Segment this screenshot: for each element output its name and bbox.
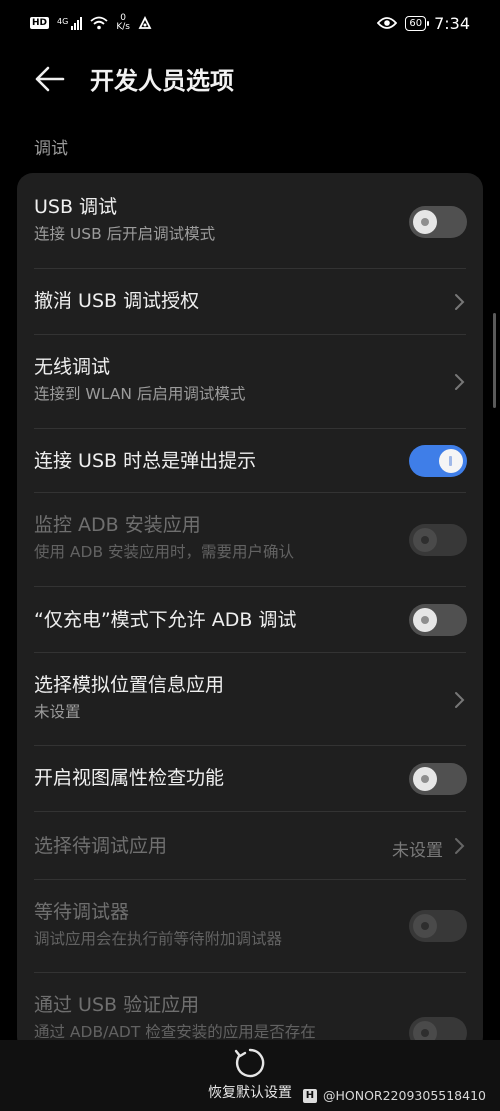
charge-only-adb-toggle[interactable]	[409, 604, 467, 636]
watermark-logo-icon: H	[302, 1088, 317, 1103]
setting-wait-for-debugger[interactable]: 等待调试器 调试应用会在执行前等待附加调试器	[17, 880, 483, 973]
setting-title: 通过 USB 验证应用	[34, 994, 200, 1016]
always-prompt-usb-toggle[interactable]	[409, 445, 467, 477]
header: 开发人员选项	[0, 46, 500, 112]
settings-card: USB 调试 连接 USB 后开启调试模式 撤消 USB 调试授权 无线调试 连…	[17, 173, 483, 1053]
watermark-text: @HONOR2209305518410	[322, 1088, 486, 1103]
wifi-icon	[90, 16, 108, 30]
chevron-right-icon	[455, 692, 465, 708]
setting-title: USB 调试	[34, 196, 118, 218]
toggle-knob	[413, 608, 437, 632]
setting-subtitle: 连接 USB 后开启调试模式	[34, 225, 216, 243]
monitor-adb-toggle[interactable]	[409, 524, 467, 556]
setting-title: 选择模拟位置信息应用	[34, 674, 225, 696]
status-right: 60 7:34	[377, 14, 470, 33]
setting-view-attribute-inspection[interactable]: 开启视图属性检查功能	[17, 746, 483, 812]
setting-monitor-adb-install[interactable]: 监控 ADB 安装应用 使用 ADB 安装应用时，需要用户确认	[17, 493, 483, 587]
setting-title: 监控 ADB 安装应用	[34, 514, 201, 536]
setting-mock-location-app[interactable]: 选择模拟位置信息应用 未设置	[17, 653, 483, 746]
signal-icon: 4G	[57, 16, 83, 30]
toggle-knob	[413, 528, 437, 552]
signal-type: 4G	[57, 16, 69, 26]
eye-icon	[377, 17, 398, 29]
back-arrow-icon[interactable]	[34, 64, 66, 94]
toggle-knob	[413, 914, 437, 938]
bottom-bar: 恢复默认设置 H @HONOR2209305518410	[0, 1040, 500, 1111]
setting-subtitle: 使用 ADB 安装应用时，需要用户确认	[34, 543, 295, 561]
toggle-knob	[413, 767, 437, 791]
setting-usb-debugging[interactable]: USB 调试 连接 USB 后开启调试模式	[17, 173, 483, 269]
setting-subtitle: 调试应用会在执行前等待附加调试器	[34, 930, 283, 948]
chevron-right-icon	[455, 838, 465, 854]
scrollbar[interactable]	[493, 313, 496, 408]
usb-debugging-toggle[interactable]	[409, 206, 467, 238]
chevron-right-icon	[455, 374, 465, 390]
chevron-right-icon	[455, 294, 465, 310]
page-title: 开发人员选项	[90, 67, 234, 95]
toggle-knob	[413, 210, 437, 234]
toggle-knob	[439, 449, 463, 473]
setting-title: “仅充电”模式下允许 ADB 调试	[34, 609, 297, 631]
app-notification-icon	[138, 16, 152, 29]
setting-title: 无线调试	[34, 356, 111, 378]
clock: 7:34	[434, 13, 470, 33]
setting-subtitle: 连接到 WLAN 后启用调试模式	[34, 385, 246, 403]
setting-value: 未设置	[392, 841, 443, 861]
hd-badge: HD	[30, 17, 50, 29]
watermark: H @HONOR2209305518410	[302, 1088, 486, 1103]
setting-subtitle: 未设置	[34, 703, 81, 721]
setting-charge-only-adb[interactable]: “仅充电”模式下允许 ADB 调试	[17, 587, 483, 653]
speed-unit: K/s	[116, 22, 130, 32]
section-label: 调试	[34, 139, 68, 159]
status-left: HD 4G 0 K/s	[30, 14, 152, 32]
setting-select-debug-app[interactable]: 选择待调试应用 未设置	[17, 812, 483, 880]
wait-debugger-toggle[interactable]	[409, 910, 467, 942]
network-speed: 0 K/s	[116, 14, 130, 32]
status-bar: HD 4G 0 K/s 60 7:34	[0, 0, 500, 46]
setting-title: 等待调试器	[34, 901, 130, 923]
setting-wireless-debugging[interactable]: 无线调试 连接到 WLAN 后启用调试模式	[17, 335, 483, 429]
setting-title: 选择待调试应用	[34, 835, 168, 857]
view-attribute-toggle[interactable]	[409, 763, 467, 795]
reset-icon[interactable]	[233, 1046, 267, 1080]
setting-title: 连接 USB 时总是弹出提示	[34, 450, 257, 472]
setting-title: 开启视图属性检查功能	[34, 767, 225, 789]
setting-revoke-usb-auth[interactable]: 撤消 USB 调试授权	[17, 269, 483, 335]
setting-title: 撤消 USB 调试授权	[34, 290, 200, 312]
battery-icon: 60	[405, 15, 429, 31]
setting-always-prompt-usb[interactable]: 连接 USB 时总是弹出提示	[17, 429, 483, 493]
